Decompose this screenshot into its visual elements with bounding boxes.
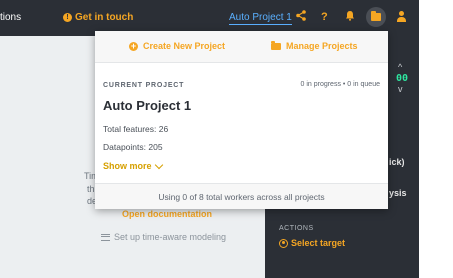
create-new-project-button[interactable]: + Create New Project [129, 41, 225, 51]
project-queue-status: 0 in progress • 0 in queue [300, 81, 380, 88]
setup-time-aware-label: Set up time-aware modeling [114, 232, 227, 242]
actions-heading: ACTIONS [279, 225, 314, 232]
project-dropdown-menu: + Create New Project Manage Projects CUR… [95, 31, 388, 209]
select-target-button[interactable]: Select target [279, 238, 345, 248]
panel-text-fragment: ysis [389, 188, 407, 198]
user-icon[interactable] [396, 11, 406, 23]
current-project-link[interactable]: Auto Project 1 [229, 12, 292, 25]
manage-projects-button[interactable]: Manage Projects [271, 40, 358, 51]
target-icon [279, 238, 288, 248]
settings-bars-icon [101, 233, 110, 241]
projects-folder-button[interactable] [366, 7, 386, 27]
panel-text-fragment: ick) [389, 157, 405, 167]
get-in-touch-link[interactable]: ! Get in touch [63, 12, 133, 23]
datapoints-text: Datapoints: 205 [103, 142, 163, 152]
notifications-bell-icon[interactable] [345, 10, 355, 25]
open-documentation-link[interactable]: Open documentation [122, 209, 212, 219]
chevron-down-icon [154, 160, 163, 169]
create-new-project-label: Create New Project [143, 41, 226, 51]
project-title: Auto Project 1 [103, 98, 192, 113]
folder-icon [371, 11, 381, 21]
add-circle-icon: + [129, 40, 138, 51]
chevron-down-icon[interactable]: v [398, 84, 403, 94]
manage-projects-label: Manage Projects [286, 41, 358, 51]
current-project-heading: CURRENT PROJECT [103, 82, 185, 89]
chevron-up-icon[interactable]: ^ [398, 62, 402, 72]
folder-icon [271, 40, 281, 50]
show-more-label: Show more [103, 161, 152, 171]
numeric-display: 00 [396, 73, 409, 84]
nav-item-fragment[interactable]: tions [0, 12, 21, 23]
select-target-label: Select target [291, 238, 346, 248]
background-text-fragment: th [87, 184, 95, 194]
get-in-touch-label: Get in touch [75, 12, 134, 23]
show-more-button[interactable]: Show more [103, 160, 163, 171]
share-icon[interactable] [296, 10, 306, 25]
dropdown-actions-bar: + Create New Project Manage Projects [95, 31, 388, 63]
total-features-text: Total features: 26 [103, 124, 169, 134]
help-icon[interactable]: ? [321, 10, 328, 24]
workers-usage-footer: Using 0 of 8 total workers across all pr… [95, 183, 388, 209]
get-in-touch-icon: ! [63, 13, 72, 22]
setup-time-aware-link[interactable]: Set up time-aware modeling [101, 232, 226, 242]
